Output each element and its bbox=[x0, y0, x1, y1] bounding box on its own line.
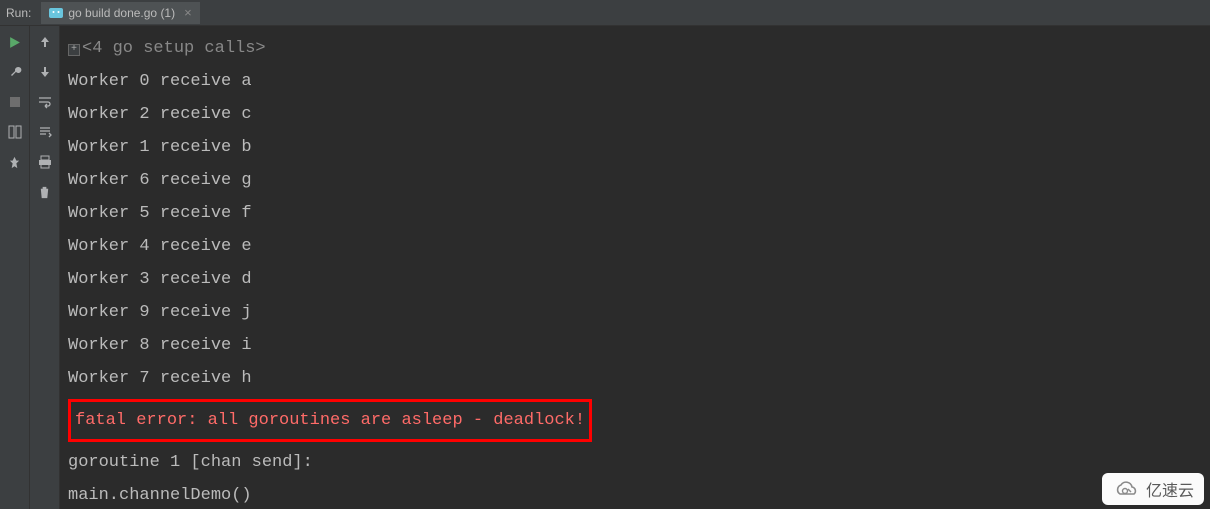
close-icon[interactable]: × bbox=[184, 5, 192, 20]
secondary-toolbar bbox=[30, 26, 60, 509]
setup-line: +<4 go setup calls> bbox=[64, 32, 1206, 65]
run-header: Run: go build done.go (1) × bbox=[0, 0, 1210, 26]
go-icon bbox=[49, 6, 63, 20]
tab-title: go build done.go (1) bbox=[68, 6, 175, 20]
output-line: Worker 3 receive d bbox=[64, 263, 1206, 296]
down-icon[interactable] bbox=[37, 64, 53, 80]
error-line: fatal error: all goroutines are asleep -… bbox=[75, 411, 585, 430]
rerun-button[interactable] bbox=[7, 34, 23, 50]
trash-icon[interactable] bbox=[37, 184, 53, 200]
stop-button[interactable] bbox=[7, 94, 23, 110]
pin-icon[interactable] bbox=[7, 154, 23, 170]
output-line: Worker 5 receive f bbox=[64, 197, 1206, 230]
watermark-badge: 亿速云 bbox=[1102, 473, 1204, 505]
wrap-icon[interactable] bbox=[37, 94, 53, 110]
primary-toolbar bbox=[0, 26, 30, 509]
watermark-text: 亿速云 bbox=[1146, 477, 1194, 501]
fold-expand-icon[interactable]: + bbox=[68, 44, 80, 56]
output-line: Worker 7 receive h bbox=[64, 362, 1206, 395]
output-line: main.channelDemo() bbox=[64, 479, 1206, 509]
run-tab[interactable]: go build done.go (1) × bbox=[41, 2, 199, 24]
output-line: Worker 4 receive e bbox=[64, 230, 1206, 263]
output-line: Worker 9 receive j bbox=[64, 296, 1206, 329]
run-label: Run: bbox=[6, 6, 31, 20]
run-body: +<4 go setup calls> Worker 0 receive a W… bbox=[0, 26, 1210, 509]
cloud-icon bbox=[1112, 479, 1140, 499]
print-icon[interactable] bbox=[37, 154, 53, 170]
output-line: Worker 6 receive g bbox=[64, 164, 1206, 197]
output-line: goroutine 1 [chan send]: bbox=[64, 446, 1206, 479]
run-panel: Run: go build done.go (1) × bbox=[0, 0, 1210, 509]
up-icon[interactable] bbox=[37, 34, 53, 50]
scroll-icon[interactable] bbox=[37, 124, 53, 140]
error-container: fatal error: all goroutines are asleep -… bbox=[64, 395, 1206, 446]
wrench-icon[interactable] bbox=[7, 64, 23, 80]
output-line: Worker 1 receive b bbox=[64, 131, 1206, 164]
output-line: Worker 0 receive a bbox=[64, 65, 1206, 98]
output-line: Worker 2 receive c bbox=[64, 98, 1206, 131]
console-output[interactable]: +<4 go setup calls> Worker 0 receive a W… bbox=[60, 26, 1210, 509]
output-line: Worker 8 receive i bbox=[64, 329, 1206, 362]
layout-icon[interactable] bbox=[7, 124, 23, 140]
